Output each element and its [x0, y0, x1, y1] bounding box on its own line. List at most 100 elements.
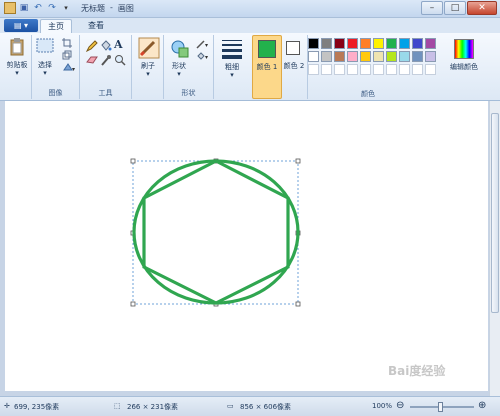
- pencil-icon[interactable]: [86, 40, 98, 52]
- watermark-text: Bai度经验: [388, 364, 446, 378]
- crop-icon[interactable]: [62, 38, 72, 48]
- document-name: 无标题: [81, 4, 105, 13]
- image-group-label: 图像: [48, 89, 63, 97]
- file-menu-button[interactable]: ▤ ▾: [4, 19, 38, 32]
- undo-icon[interactable]: ↶: [32, 2, 44, 14]
- zoom-level: 100%: [372, 402, 393, 410]
- palette-swatch-empty[interactable]: [399, 64, 410, 75]
- selection-size: 266 × 231像素: [127, 403, 179, 411]
- palette-swatch-empty[interactable]: [412, 64, 423, 75]
- status-bar: ✛ 699, 235像素 ⬚ 266 × 231像素 ▭ 856 × 606像素…: [0, 396, 500, 416]
- ribbon-tab-row: ▤ ▾ 主页 查看: [0, 18, 500, 33]
- palette-swatch[interactable]: [412, 51, 423, 62]
- palette-swatch[interactable]: [321, 51, 332, 62]
- zoom-in-icon[interactable]: ⊕: [478, 400, 486, 411]
- palette-swatch[interactable]: [386, 51, 397, 62]
- palette-swatch-empty[interactable]: [321, 64, 332, 75]
- svg-text:▾: ▾: [205, 42, 208, 49]
- color2-label: 颜色 2: [283, 62, 305, 70]
- brush-icon[interactable]: [138, 37, 160, 59]
- outline-icon[interactable]: ▾: [196, 39, 210, 49]
- text-tool-icon[interactable]: A: [114, 38, 123, 51]
- color2-swatch: [286, 41, 300, 55]
- palette-swatch[interactable]: [308, 38, 319, 49]
- edit-colors-button-label[interactable]: 编辑颜色: [444, 62, 484, 72]
- shapes-group-label: 形状: [181, 89, 196, 97]
- chevron-down-icon[interactable]: ▾: [164, 70, 194, 78]
- tab-view[interactable]: 查看: [80, 19, 112, 33]
- svg-text:▾: ▾: [205, 54, 208, 61]
- zoom-out-icon[interactable]: ⊖: [396, 400, 404, 411]
- palette-swatch-empty[interactable]: [425, 64, 436, 75]
- chevron-down-icon[interactable]: ▾: [214, 71, 250, 79]
- canvas-size-icon: ▭: [227, 402, 234, 410]
- redo-icon[interactable]: ↷: [46, 2, 58, 14]
- rotate-icon[interactable]: ▾: [62, 62, 76, 72]
- handle-bottom-left: [130, 301, 136, 307]
- selection-size-icon: ⬚: [114, 402, 121, 410]
- paint-app-icon[interactable]: [4, 2, 16, 14]
- color1-swatch: [258, 40, 276, 58]
- chevron-down-icon[interactable]: ▾: [132, 70, 164, 78]
- palette-swatch[interactable]: [334, 51, 345, 62]
- palette-swatch[interactable]: [399, 51, 410, 62]
- palette-swatch-empty[interactable]: [308, 64, 319, 75]
- title-separator: -: [110, 3, 113, 12]
- tools-group: A 工具: [80, 35, 132, 99]
- palette-swatch[interactable]: [308, 51, 319, 62]
- palette-swatch[interactable]: [334, 38, 345, 49]
- palette-swatch-empty[interactable]: [334, 64, 345, 75]
- chevron-down-icon[interactable]: ▾: [2, 69, 32, 77]
- clipboard-icon[interactable]: [10, 38, 24, 56]
- cursor-position: 699, 235像素: [14, 403, 60, 411]
- minimize-button[interactable]: –: [421, 1, 443, 15]
- palette-swatch[interactable]: [386, 38, 397, 49]
- palette-swatch[interactable]: [347, 38, 358, 49]
- scrollbar-thumb[interactable]: [491, 113, 499, 313]
- magnifier-icon[interactable]: [114, 54, 126, 66]
- color1-fill: [259, 41, 275, 57]
- shapes-group: ▾ ▾ 形状 ▾ 形状: [164, 35, 214, 99]
- palette-swatch[interactable]: [373, 51, 384, 62]
- fill-icon[interactable]: ▾: [196, 51, 210, 61]
- color-picker-icon[interactable]: [100, 54, 112, 66]
- canvas-size: 856 × 606像素: [240, 403, 292, 411]
- handle-top-right: [295, 158, 301, 164]
- drawing-canvas[interactable]: [5, 101, 488, 391]
- vertical-scrollbar[interactable]: [489, 101, 500, 396]
- eraser-icon[interactable]: [86, 55, 98, 65]
- close-button[interactable]: ✕: [467, 1, 497, 15]
- chevron-down-icon[interactable]: ▾: [32, 69, 58, 77]
- palette-swatch[interactable]: [399, 38, 410, 49]
- palette-swatch[interactable]: [373, 38, 384, 49]
- drawn-circle: [132, 159, 300, 305]
- palette-swatch[interactable]: [360, 38, 371, 49]
- palette-swatch[interactable]: [425, 51, 436, 62]
- palette-swatch-empty[interactable]: [373, 64, 384, 75]
- palette-swatch[interactable]: [360, 51, 371, 62]
- palette-swatch-empty[interactable]: [347, 64, 358, 75]
- customize-qat-icon[interactable]: ▾: [60, 2, 72, 14]
- line-width-icon[interactable]: [222, 39, 242, 59]
- palette-swatch-empty[interactable]: [360, 64, 371, 75]
- palette-swatch[interactable]: [412, 38, 423, 49]
- save-icon[interactable]: ▣: [18, 2, 30, 14]
- handle-bottom-right: [295, 301, 301, 307]
- quick-access-toolbar: ▣ ↶ ↷ ▾: [4, 2, 72, 14]
- color-spectrum-icon[interactable]: [454, 39, 474, 59]
- zoom-slider[interactable]: [410, 402, 474, 412]
- colors-group-label: 颜色: [361, 90, 375, 98]
- palette-swatch[interactable]: [425, 38, 436, 49]
- shapes-icon[interactable]: [170, 38, 190, 58]
- color1-label: 颜色 1: [256, 63, 278, 71]
- resize-icon[interactable]: [62, 50, 72, 60]
- palette-swatch[interactable]: [347, 51, 358, 62]
- tab-home[interactable]: 主页: [40, 19, 72, 33]
- canvas-workspace: [0, 101, 489, 396]
- palette-swatch-empty[interactable]: [386, 64, 397, 75]
- fill-bucket-icon[interactable]: [100, 40, 112, 52]
- zoom-slider-thumb[interactable]: [438, 402, 443, 412]
- maximize-button[interactable]: □: [444, 1, 466, 15]
- select-icon[interactable]: [36, 38, 54, 54]
- palette-swatch[interactable]: [321, 38, 332, 49]
